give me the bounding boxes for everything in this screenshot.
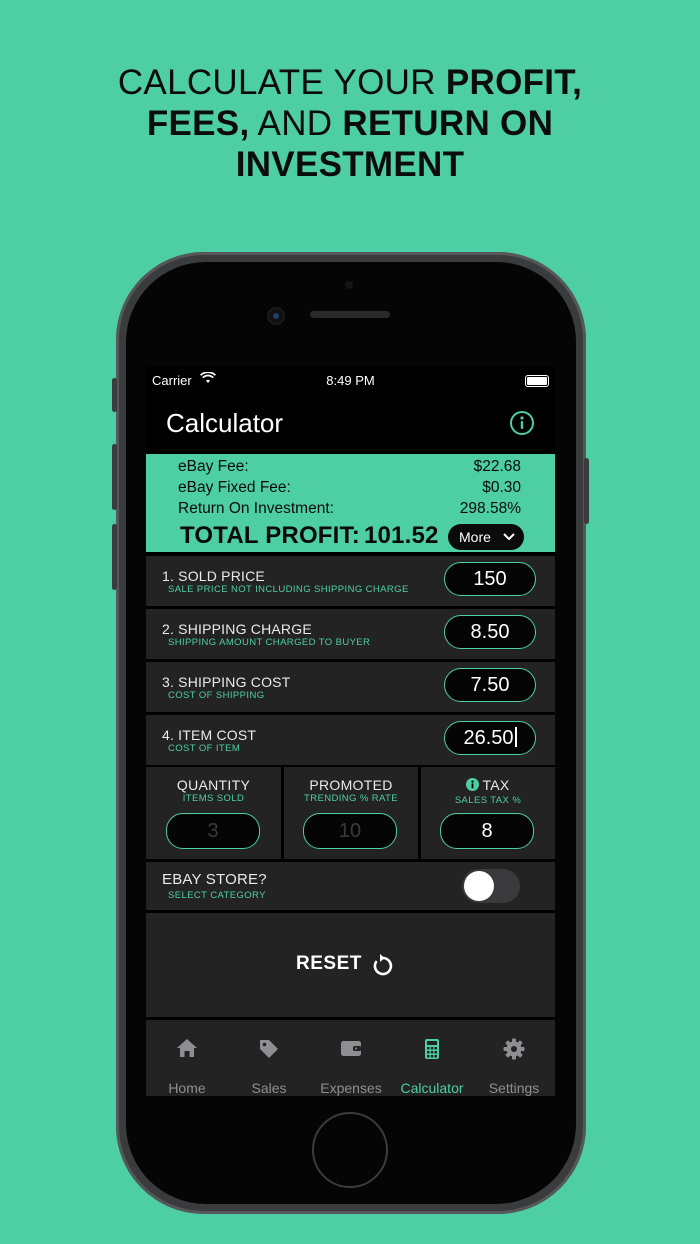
field-subtitle: SALE PRICE NOT INCLUDING SHIPPING CHARGE [168,584,409,595]
navigation-bar: Calculator [146,394,555,454]
chevron-down-icon [503,533,515,541]
gear-icon [503,1038,525,1060]
item-cost-input[interactable]: 26.50 [444,721,536,755]
status-bar: Carrier 8:49 PM [146,366,555,392]
reset-arrow-icon [373,954,393,976]
headline-text-bold: PROFIT, [445,63,583,102]
headline-text: AND [249,104,343,143]
summary-label: eBay Fee: [178,458,249,475]
field-title: 1. SOLD PRICE [162,568,265,584]
tab-bar: Home Sales Expenses Calculator Settings [146,1020,555,1096]
field-title: 4. ITEM COST [162,727,257,743]
item-cost-value: 26.50 [463,727,514,749]
ebay-store-row: EBAY STORE? SELECT CATEGORY [146,862,555,910]
field-title: 3. SHIPPING COST [162,674,291,690]
power-button [584,458,589,524]
tax-title: TAX [482,777,510,793]
text-cursor [514,727,517,747]
tax-cell: TAX SALES TAX % 8 [421,767,555,859]
volume-down-button [112,524,117,590]
total-profit-value: 101.52 [363,522,439,549]
field-title: 2. SHIPPING CHARGE [162,621,312,637]
app-screen: Carrier 8:49 PM Calculator eBay Fee: $22… [146,366,555,1096]
proximity-sensor [345,281,353,289]
summary-row-ebay-fee: eBay Fee: $22.68 [178,458,521,479]
field-subtitle: COST OF SHIPPING [168,690,265,701]
summary-value: $0.30 [482,479,521,496]
summary-label: Return On Investment: [178,500,334,517]
info-circle-icon[interactable] [509,410,535,436]
marketing-headline: CALCULATE YOUR PROFIT, FEES, AND RETURN … [0,62,700,185]
tax-input[interactable]: 8 [440,813,534,849]
profit-summary: eBay Fee: $22.68 eBay Fixed Fee: $0.30 R… [146,454,555,552]
tag-icon [260,1040,278,1058]
item-cost-row: 4. ITEM COST COST OF ITEM 26.50 [146,715,555,765]
tab-label: Settings [488,1080,540,1096]
promoted-cell: PROMOTED TRENDING % RATE 10 [284,767,418,859]
shipping-charge-input[interactable]: 8.50 [444,615,536,649]
shipping-cost-row: 3. SHIPPING COST COST OF SHIPPING 7.50 [146,662,555,712]
field-subtitle: COST OF ITEM [168,743,241,754]
sold-price-input[interactable]: 150 [444,562,536,596]
calculator-icon [425,1039,439,1059]
earpiece-speaker [310,311,390,318]
ebay-store-toggle[interactable] [462,869,520,903]
mute-switch [112,378,117,412]
summary-label: eBay Fixed Fee: [178,479,291,496]
tax-subtitle: SALES TAX % [454,795,522,806]
quantity-input[interactable]: 3 [166,813,260,849]
ebay-store-subtitle[interactable]: SELECT CATEGORY [168,890,266,901]
headline-text-bold: FEES, [146,104,250,143]
battery-icon [525,375,549,387]
shipping-cost-input[interactable]: 7.50 [444,668,536,702]
ebay-store-title: EBAY STORE? [162,871,267,888]
shipping-charge-row: 2. SHIPPING CHARGE SHIPPING AMOUNT CHARG… [146,609,555,659]
summary-row-fixed-fee: eBay Fixed Fee: $0.30 [178,479,521,500]
clock: 8:49 PM [326,373,375,388]
summary-value: 298.58% [459,500,521,517]
promoted-input[interactable]: 10 [303,813,397,849]
total-profit: TOTAL PROFIT: 101.52 [180,522,439,550]
tab-sales[interactable]: Sales [228,1020,310,1096]
tab-expenses[interactable]: Expenses [310,1020,392,1096]
volume-up-button [112,444,117,510]
quantity-cell: QUANTITY ITEMS SOLD 3 [146,767,281,859]
more-label: More [459,529,491,545]
quantity-title: QUANTITY [176,777,251,793]
house-icon [177,1039,197,1057]
home-button[interactable] [312,1112,388,1188]
tab-calculator[interactable]: Calculator [391,1020,473,1096]
tab-home[interactable]: Home [146,1020,228,1096]
tax-title-group: TAX [421,777,555,793]
reset-label: RESET [296,953,362,974]
more-button[interactable]: More [448,524,524,550]
field-subtitle: SHIPPING AMOUNT CHARGED TO BUYER [168,637,371,648]
summary-value: $22.68 [473,458,521,475]
total-profit-label: TOTAL PROFIT: [180,522,360,549]
tab-settings[interactable]: Settings [473,1020,555,1096]
reset-button[interactable]: RESET [296,953,393,979]
page-title: Calculator [166,408,284,438]
promoted-title: PROMOTED [309,777,393,793]
info-icon[interactable] [466,778,480,791]
summary-row-roi: Return On Investment: 298.58% [178,500,521,521]
front-camera [269,309,283,323]
headline-text-bold: RETURN ON [342,104,554,143]
reset-section: RESET [146,913,555,1017]
headline-text: CALCULATE YOUR [117,63,446,102]
quantity-subtitle: ITEMS SOLD [182,793,245,804]
headline-text-bold: INVESTMENT [235,145,465,184]
promoted-subtitle: TRENDING % RATE [304,793,398,804]
sold-price-row: 1. SOLD PRICE SALE PRICE NOT INCLUDING S… [146,556,555,606]
wallet-icon [341,1041,361,1056]
